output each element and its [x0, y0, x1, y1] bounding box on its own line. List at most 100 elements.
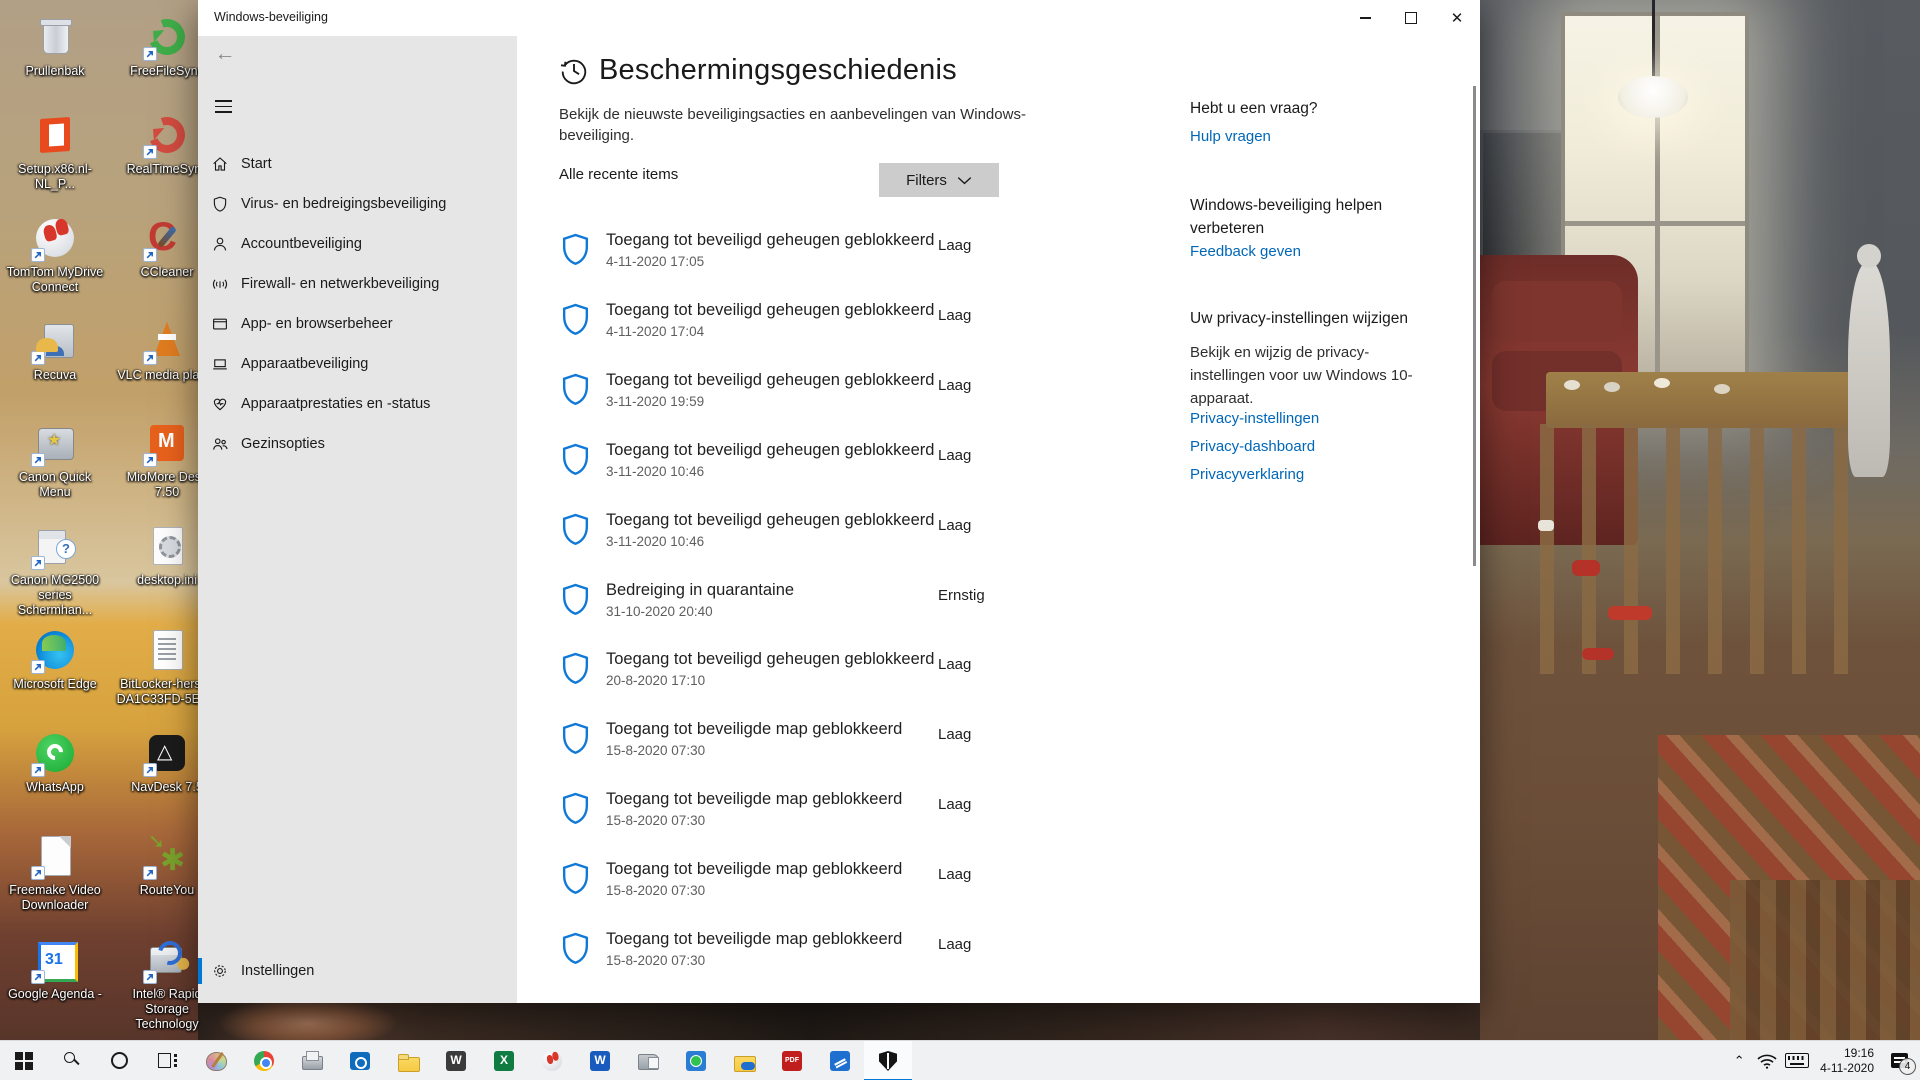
titlebar[interactable]: Windows-beveiliging ✕	[198, 0, 1480, 36]
sidebar-item-accountbeveiliging[interactable]: Accountbeveiliging	[198, 224, 517, 264]
event-row[interactable]: Toegang tot beveiligd geheugen geblokkee…	[560, 371, 1060, 441]
event-row[interactable]: Toegang tot beveiligde map geblokkeerd 1…	[560, 930, 1060, 1000]
shield-icon	[560, 652, 591, 686]
desktop-icon-office[interactable]: Setup.x86.nl-NL_P...	[3, 112, 107, 192]
close-button[interactable]: ✕	[1434, 0, 1480, 36]
event-row[interactable]: Toegang tot beveiligd geheugen geblokkee…	[560, 231, 1060, 301]
privacy-instellingen-link[interactable]: Privacy-instellingen	[1190, 410, 1319, 427]
event-title: Toegang tot beveiligde map geblokkeerd	[606, 860, 902, 879]
search-button[interactable]	[48, 1041, 96, 1080]
shield-icon	[560, 932, 591, 966]
windows-security-app[interactable]	[864, 1041, 912, 1080]
defender-icon	[876, 1049, 900, 1073]
menu-toggle-button[interactable]	[211, 92, 249, 126]
vlc-icon	[144, 318, 190, 364]
shortcut-arrow-icon	[31, 556, 45, 570]
pdf-app[interactable]	[768, 1041, 816, 1080]
event-row[interactable]: Toegang tot beveiligd geheugen geblokkee…	[560, 441, 1060, 511]
shield-icon	[560, 792, 591, 826]
paint-icon	[204, 1049, 228, 1073]
word-dark-icon	[444, 1049, 468, 1073]
main-content: Beschermingsgeschiedenis Bekijk de nieuw…	[517, 36, 1480, 1003]
shortcut-arrow-icon	[31, 453, 45, 467]
desktop-icon-label: Recuva	[3, 368, 107, 383]
chrome-app[interactable]	[240, 1041, 288, 1080]
event-row[interactable]: Bedreiging in quarantaine 31-10-2020 20:…	[560, 581, 1060, 651]
scanner-app[interactable]	[624, 1041, 672, 1080]
sidebar-item-gezinsopties[interactable]: Gezinsopties	[198, 424, 517, 464]
feedback-link[interactable]: Feedback geven	[1190, 243, 1301, 260]
desktop-icon-edge[interactable]: Microsoft Edge	[3, 627, 107, 692]
desktop-icon-label: Freemake Video Downloader	[3, 883, 107, 913]
sidebar-item-apparaatprestaties-en-status[interactable]: Apparaatprestaties en -status	[198, 384, 517, 424]
paint-app[interactable]	[192, 1041, 240, 1080]
desktop-icon-label: Prullenbak	[3, 64, 107, 79]
sidebar-item-label: Gezinsopties	[241, 436, 325, 452]
shortcut-arrow-icon	[31, 660, 45, 674]
ask-help-link[interactable]: Hulp vragen	[1190, 128, 1271, 145]
privacyverklaring-link[interactable]: Privacyverklaring	[1190, 466, 1319, 483]
event-severity: Laag	[938, 726, 971, 743]
sidebar-item-apparaatbeveiliging[interactable]: Apparaatbeveiliging	[198, 344, 517, 384]
sidebar-item-app-en-browserbeheer[interactable]: App- en browserbeheer	[198, 304, 517, 344]
event-row[interactable]: Toegang tot beveiligde map geblokkeerd 1…	[560, 790, 1060, 860]
excel-app[interactable]	[480, 1041, 528, 1080]
desktop-icon-tomtom[interactable]: TomTom MyDrive Connect	[3, 215, 107, 295]
whatsapp-app[interactable]	[672, 1041, 720, 1080]
outlook-app[interactable]	[336, 1041, 384, 1080]
sidebar-item-settings[interactable]: Instellingen	[198, 951, 517, 991]
wifi-icon[interactable]	[1752, 1041, 1782, 1080]
vertical-scrollbar[interactable]	[1473, 86, 1476, 566]
event-row[interactable]: Toegang tot beveiligd geheugen geblokkee…	[560, 511, 1060, 581]
red-object	[1572, 560, 1600, 576]
start-icon	[12, 1049, 36, 1073]
wooden-chairs	[1540, 424, 1870, 674]
wallpaper-living-room-photo	[1480, 0, 1920, 1040]
canon-quick-icon	[32, 420, 78, 466]
sidebar-item-start[interactable]: Start	[198, 144, 517, 184]
event-date: 3-11-2020 10:46	[606, 464, 704, 479]
start-button[interactable]	[0, 1041, 48, 1080]
scan-utility-app[interactable]	[816, 1041, 864, 1080]
sidebar-item-firewall-en-netwerkbeveiliging[interactable]: Firewall- en netwerkbeveiliging	[198, 264, 517, 304]
desktop-icon-canon-printer[interactable]: Canon MG2500 series Schermhan...	[3, 523, 107, 618]
tray-expand-icon[interactable]: ⌃	[1726, 1053, 1752, 1069]
event-date: 4-11-2020 17:05	[606, 254, 704, 269]
tomtom-icon	[32, 215, 78, 261]
cortana-icon	[108, 1049, 132, 1073]
fax-app[interactable]	[288, 1041, 336, 1080]
back-button[interactable]: ←	[206, 38, 244, 70]
event-row[interactable]: Toegang tot beveiligd geheugen geblokkee…	[560, 301, 1060, 371]
minimize-button[interactable]	[1342, 0, 1388, 36]
event-title: Toegang tot beveiligd geheugen geblokkee…	[606, 231, 934, 250]
touch-keyboard-icon[interactable]	[1782, 1041, 1812, 1080]
windows-security-window: Windows-beveiliging ✕ ← Start Virus- en …	[198, 0, 1480, 1003]
taskbar: ⌃ 19:16 4-11-2020 4	[0, 1040, 1920, 1080]
task-view-button[interactable]	[144, 1041, 192, 1080]
desktop-icon-recuva[interactable]: Recuva	[3, 318, 107, 383]
privacy-dashboard-link[interactable]: Privacy-dashboard	[1190, 438, 1319, 455]
action-center-button[interactable]: 4	[1884, 1041, 1914, 1080]
event-row[interactable]: Toegang tot beveiligde map geblokkeerd 1…	[560, 860, 1060, 930]
desktop-icon-whatsapp[interactable]: WhatsApp	[3, 730, 107, 795]
cortana-button[interactable]	[96, 1041, 144, 1080]
maximize-button[interactable]	[1388, 0, 1434, 36]
desktop-icon-gcal[interactable]: Google Agenda -	[3, 937, 107, 1002]
sidebar-item-label: App- en browserbeheer	[241, 316, 393, 332]
clock[interactable]: 19:16 4-11-2020	[1820, 1046, 1874, 1076]
word-viewer-app[interactable]	[432, 1041, 480, 1080]
desktop-icon-recycle-bin[interactable]: Prullenbak	[3, 14, 107, 79]
tomtom-app[interactable]	[528, 1041, 576, 1080]
desktop-icon-canon-quick[interactable]: Canon Quick Menu	[3, 420, 107, 500]
word-app[interactable]	[576, 1041, 624, 1080]
desktop-icon-doc-plain[interactable]: Freemake Video Downloader	[3, 833, 107, 913]
event-date: 15-8-2020 07:30	[606, 953, 705, 968]
recuva-icon	[32, 318, 78, 364]
event-row[interactable]: Toegang tot beveiligd geheugen geblokkee…	[560, 650, 1060, 720]
sidebar-item-virus-en-bedreigingsbeveiliging[interactable]: Virus- en bedreigingsbeveiliging	[198, 184, 517, 224]
onedrive-folder-app[interactable]	[720, 1041, 768, 1080]
intel-rst-icon	[144, 937, 190, 983]
file-explorer-app[interactable]	[384, 1041, 432, 1080]
event-row[interactable]: Toegang tot beveiligde map geblokkeerd 1…	[560, 720, 1060, 790]
doc-plain-icon	[32, 833, 78, 879]
